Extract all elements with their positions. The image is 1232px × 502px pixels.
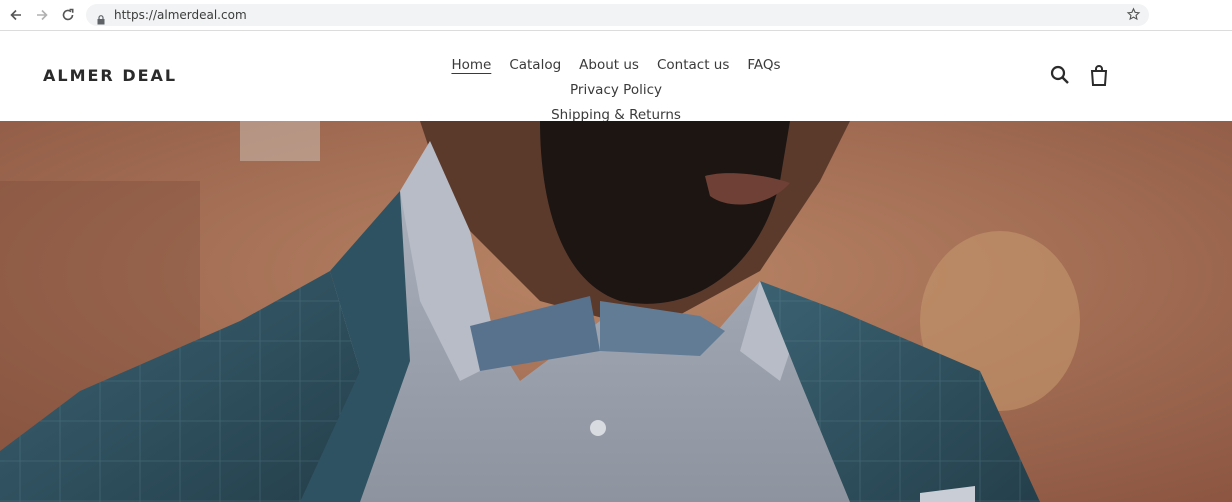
hero-photo-man-bowtie [0,121,1232,502]
cart-icon[interactable] [1089,64,1109,90]
forward-arrow-icon[interactable] [33,6,51,24]
menu-item-about-us[interactable]: About us [579,53,639,78]
menu-item-home[interactable]: Home [451,53,491,78]
search-icon[interactable] [1050,65,1070,89]
hero-image [0,121,1232,502]
url-text[interactable]: https://almerdeal.com [114,4,247,26]
main-menu: Home Catalog About us Contact us FAQs Privacy… [390,53,842,128]
menu-item-privacy-policy[interactable]: Privacy Policy [570,78,662,103]
lock-icon [97,10,105,29]
bookmark-star-icon[interactable] [1126,7,1141,26]
address-bar[interactable]: https://almerdeal.com [86,4,1149,26]
reload-icon[interactable] [59,6,77,24]
menu-item-faqs[interactable]: FAQs [747,53,780,78]
site-header: ALMER DEAL Home Catalog About us Contact us… [0,31,1232,123]
menu-item-catalog[interactable]: Catalog [509,53,561,78]
store-logo[interactable]: ALMER DEAL [43,66,177,85]
menu-item-contact-us[interactable]: Contact us [657,53,729,78]
back-arrow-icon[interactable] [7,6,25,24]
browser-toolbar: https://almerdeal.com [0,0,1232,31]
